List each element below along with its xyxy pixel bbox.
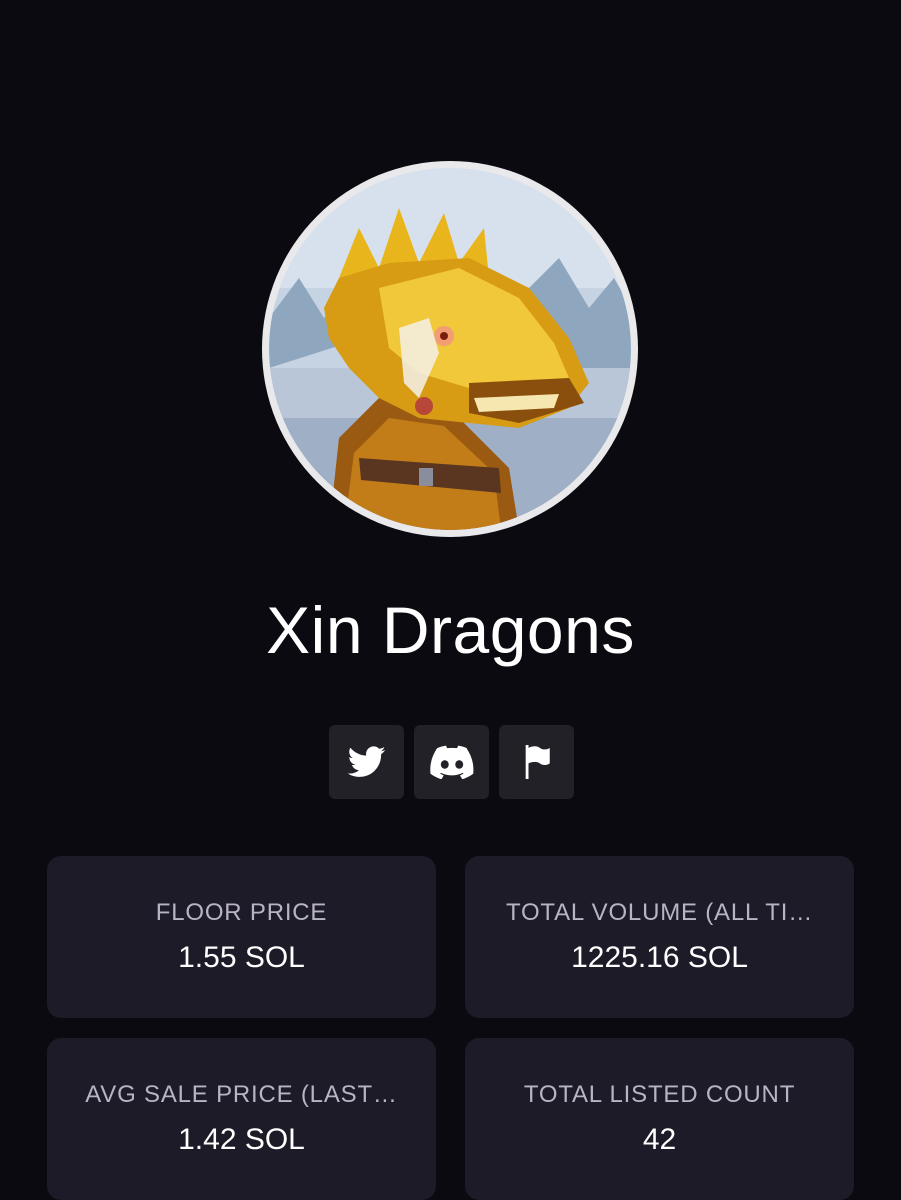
total-volume-value: 1225.16 SOL <box>571 941 748 974</box>
collection-title: Xin Dragons <box>266 593 635 667</box>
collection-avatar <box>269 168 631 530</box>
floor-price-label: FLOOR PRICE <box>155 899 328 926</box>
collection-page: Xin Dragons FLOOR PRICE 1.55 SOL TOTAL V… <box>0 0 901 1200</box>
total-volume-card: TOTAL VOLUME (ALL TI… 1225.16 SOL <box>465 856 854 1018</box>
twitter-icon <box>347 746 385 777</box>
social-links <box>329 725 574 799</box>
floor-price-card: FLOOR PRICE 1.55 SOL <box>47 856 436 1018</box>
avg-sale-price-value: 1.42 SOL <box>178 1123 305 1156</box>
avg-sale-price-label: AVG SALE PRICE (LAST… <box>85 1081 398 1108</box>
collection-avatar-frame <box>262 161 638 537</box>
avg-sale-price-card: AVG SALE PRICE (LAST… 1.42 SOL <box>47 1038 436 1200</box>
total-volume-label: TOTAL VOLUME (ALL TI… <box>505 899 814 926</box>
total-listed-label: TOTAL LISTED COUNT <box>523 1081 796 1108</box>
twitter-button[interactable] <box>329 725 404 799</box>
floor-price-value: 1.55 SOL <box>178 941 305 974</box>
flag-icon <box>525 745 550 779</box>
report-button[interactable] <box>499 725 574 799</box>
total-listed-value: 42 <box>642 1123 677 1156</box>
total-listed-card: TOTAL LISTED COUNT 42 <box>465 1038 854 1200</box>
discord-icon <box>429 745 473 779</box>
discord-button[interactable] <box>414 725 489 799</box>
